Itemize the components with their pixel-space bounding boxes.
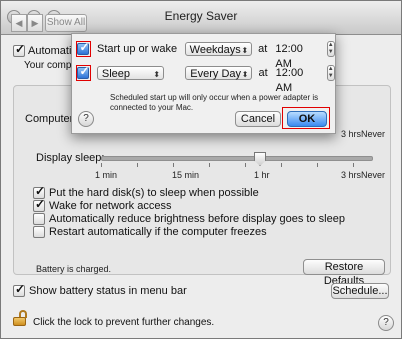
slider-label-1min: 1 min: [95, 170, 118, 180]
help-button[interactable]: ?: [378, 315, 394, 331]
reduce-brightness-label: Automatically reduce brightness before d…: [49, 213, 345, 225]
restore-defaults-button[interactable]: Restore Defaults: [303, 259, 385, 287]
slider-label-15min: 15 min: [172, 170, 200, 180]
slider-tick: [281, 163, 282, 167]
sleep-checkbox[interactable]: [77, 64, 90, 79]
slider-tick: [173, 163, 174, 167]
sleep-time-stepper[interactable]: ▲ ▼: [326, 65, 335, 81]
chevron-updown-icon: ⬍: [241, 70, 249, 79]
sleep-action-value: Sleep: [101, 68, 131, 80]
startup-wake-label: Start up or wake: [96, 43, 178, 55]
slider-label-3hrs: 3 hrs: [341, 170, 362, 180]
ok-button[interactable]: OK: [287, 111, 327, 127]
battery-status-text: Battery is charged.: [36, 264, 112, 274]
slider-tick: [353, 163, 354, 167]
restart-freeze-checkbox[interactable]: [33, 226, 45, 238]
slider-tick: [209, 163, 210, 167]
sleep-time-field[interactable]: 12:00 AM: [274, 66, 321, 94]
startup-time-stepper[interactable]: ▲ ▼: [326, 41, 335, 57]
title-bar: ◀ ▶ Show All Energy Saver: [1, 1, 401, 35]
startup-at-label: at: [258, 43, 268, 55]
wake-network-label: Wake for network access: [49, 200, 172, 212]
cancel-button[interactable]: Cancel: [235, 111, 281, 127]
schedule-sheet: Start up or wake Weekdays ⬍ at 12:00 AM …: [71, 33, 336, 134]
startup-checkbox-highlight: [76, 40, 91, 57]
startup-wake-row: Start up or wake Weekdays ⬍ at 12:00 AM …: [76, 40, 335, 70]
show-battery-checkbox[interactable]: [13, 282, 25, 297]
show-battery-label: Show battery status in menu bar: [29, 285, 187, 297]
wake-network-checkbox[interactable]: [33, 197, 45, 212]
lock-icon[interactable]: [13, 310, 27, 326]
lock-text: Click the lock to prevent further change…: [33, 317, 215, 328]
reduce-brightness-checkbox[interactable]: [33, 213, 45, 225]
slider-label-never: Never: [361, 170, 386, 180]
automatic-graphics-checkbox[interactable]: [13, 42, 25, 57]
sleep-at-label: at: [258, 67, 268, 79]
show-battery-row[interactable]: Show battery status in menu bar: [13, 282, 187, 297]
display-sleep-slider[interactable]: [101, 156, 373, 161]
computer-sleep-never-label: Never: [361, 129, 386, 139]
startup-day-value: Weekdays: [189, 44, 241, 56]
slider-label-1hr: 1 hr: [254, 170, 270, 180]
energy-saver-window: ◀ ▶ Show All Energy Saver Automatic g Yo…: [0, 0, 402, 339]
window-title: Energy Saver: [164, 9, 238, 23]
startup-day-popup[interactable]: Weekdays ⬍: [184, 42, 253, 56]
sleep-action-popup[interactable]: Sleep ⬍: [96, 66, 165, 80]
slider-tick: [317, 163, 318, 167]
sleep-day-value: Every Day: [190, 68, 242, 80]
option-wake-network[interactable]: Wake for network access: [33, 197, 172, 212]
restart-freeze-label: Restart automatically if the computer fr…: [49, 226, 267, 238]
display-sleep-label: Display sleep:: [36, 152, 105, 164]
option-restart-freeze[interactable]: Restart automatically if the computer fr…: [33, 226, 267, 238]
sheet-help-button[interactable]: ?: [78, 111, 94, 127]
schedule-button[interactable]: Schedule...: [331, 283, 389, 299]
lock-body: [13, 317, 26, 326]
chevron-updown-icon: ⬍: [153, 70, 161, 79]
chevron-updown-icon: ⬍: [241, 46, 249, 55]
startup-time-field[interactable]: 12:00 AM: [273, 42, 320, 70]
option-reduce-brightness[interactable]: Automatically reduce brightness before d…: [33, 213, 345, 225]
slider-tick: [137, 163, 138, 167]
slider-tick: [101, 163, 102, 167]
sleep-day-popup[interactable]: Every Day ⬍: [185, 66, 253, 80]
hard-disk-sleep-label: Put the hard disk(s) to sleep when possi…: [49, 187, 259, 199]
sleep-checkbox-highlight: [76, 64, 91, 81]
startup-wake-checkbox[interactable]: [77, 40, 90, 55]
option-hard-disk-sleep[interactable]: Put the hard disk(s) to sleep when possi…: [33, 184, 259, 199]
slider-tick: [245, 163, 246, 167]
sleep-row: Sleep ⬍ Every Day ⬍ at 12:00 AM ▲▼: [76, 64, 335, 94]
computer-sleep-3hrs-label: 3 hrs: [341, 129, 362, 139]
sheet-note-line1: Scheduled start up will only occur when …: [110, 93, 319, 102]
